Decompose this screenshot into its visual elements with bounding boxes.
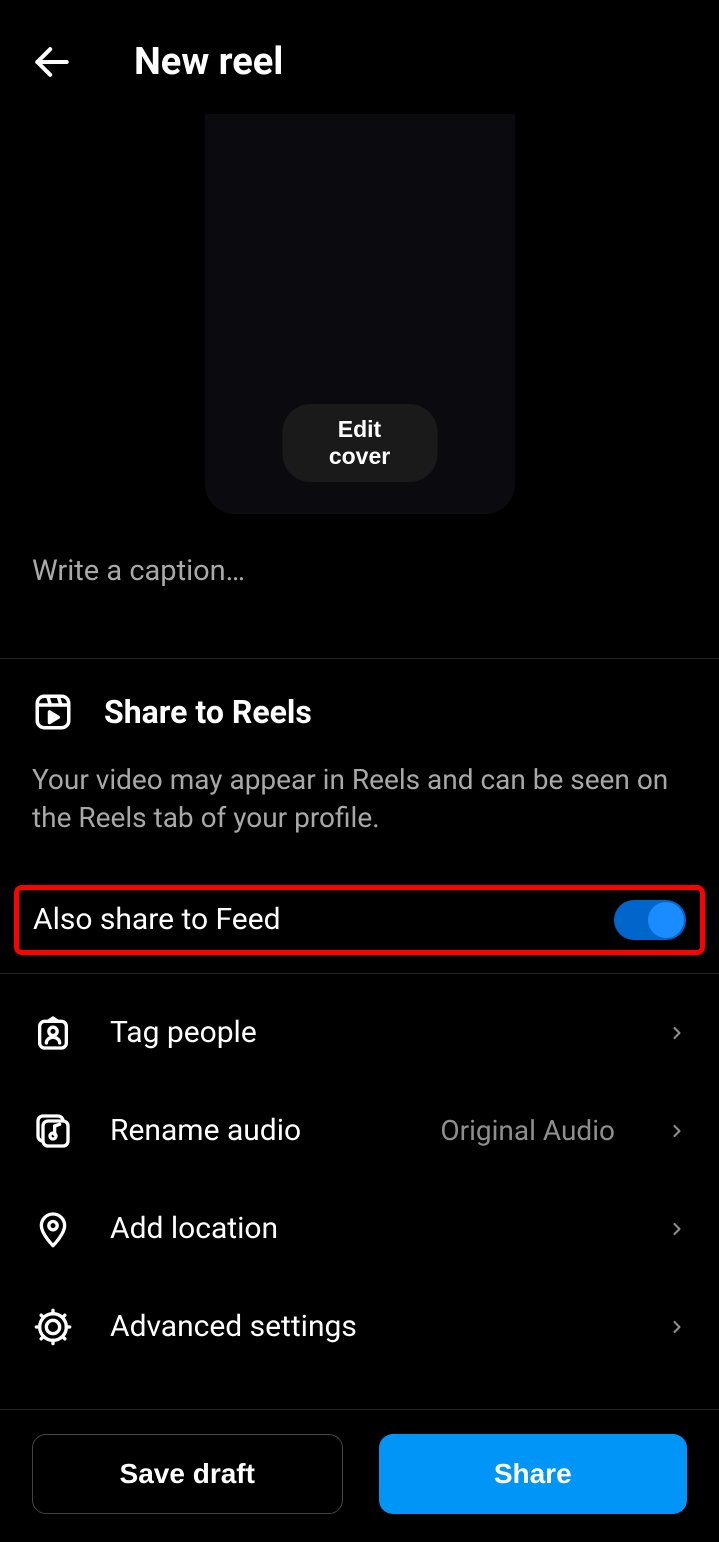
preview-area: Edit cover	[0, 114, 719, 514]
chevron-right-icon	[667, 1219, 687, 1239]
header: New reel	[0, 0, 719, 114]
tag-people-row[interactable]: Tag people	[32, 984, 687, 1082]
arrow-left-icon	[30, 40, 74, 84]
divider	[0, 1409, 719, 1410]
share-to-reels-section: Share to Reels Your video may appear in …	[0, 659, 719, 865]
section-header: Share to Reels	[32, 691, 687, 733]
tag-people-icon	[32, 1012, 74, 1054]
also-share-to-feed-label: Also share to Feed	[33, 902, 281, 937]
advanced-settings-label: Advanced settings	[110, 1309, 631, 1344]
edit-cover-button[interactable]: Edit cover	[282, 404, 437, 482]
gear-icon	[32, 1306, 74, 1348]
location-icon	[32, 1208, 74, 1250]
audio-icon	[32, 1110, 74, 1152]
rename-audio-value: Original Audio	[440, 1114, 615, 1147]
tag-people-label: Tag people	[110, 1015, 631, 1050]
share-to-reels-description: Your video may appear in Reels and can b…	[32, 761, 687, 837]
save-draft-button[interactable]: Save draft	[32, 1434, 343, 1514]
back-button[interactable]	[30, 40, 74, 84]
also-share-to-feed-row[interactable]: Also share to Feed	[14, 885, 705, 955]
rename-audio-label: Rename audio	[110, 1113, 404, 1148]
toggle-knob	[648, 902, 684, 938]
advanced-settings-row[interactable]: Advanced settings	[32, 1278, 687, 1376]
share-to-reels-title: Share to Reels	[104, 693, 312, 731]
chevron-right-icon	[667, 1023, 687, 1043]
bottom-bar: Save draft Share	[0, 1434, 719, 1514]
also-share-to-feed-toggle[interactable]	[614, 900, 686, 940]
caption-input[interactable]: Write a caption…	[0, 514, 719, 658]
chevron-right-icon	[667, 1121, 687, 1141]
share-button[interactable]: Share	[379, 1434, 688, 1514]
page-title: New reel	[134, 40, 283, 84]
add-location-label: Add location	[110, 1211, 631, 1246]
rename-audio-row[interactable]: Rename audio Original Audio	[32, 1082, 687, 1180]
reels-icon	[32, 691, 74, 733]
chevron-right-icon	[667, 1317, 687, 1337]
reel-preview-thumbnail[interactable]: Edit cover	[205, 114, 515, 514]
menu-list: Tag people Rename audio Original Audio	[0, 974, 719, 1376]
add-location-row[interactable]: Add location	[32, 1180, 687, 1278]
